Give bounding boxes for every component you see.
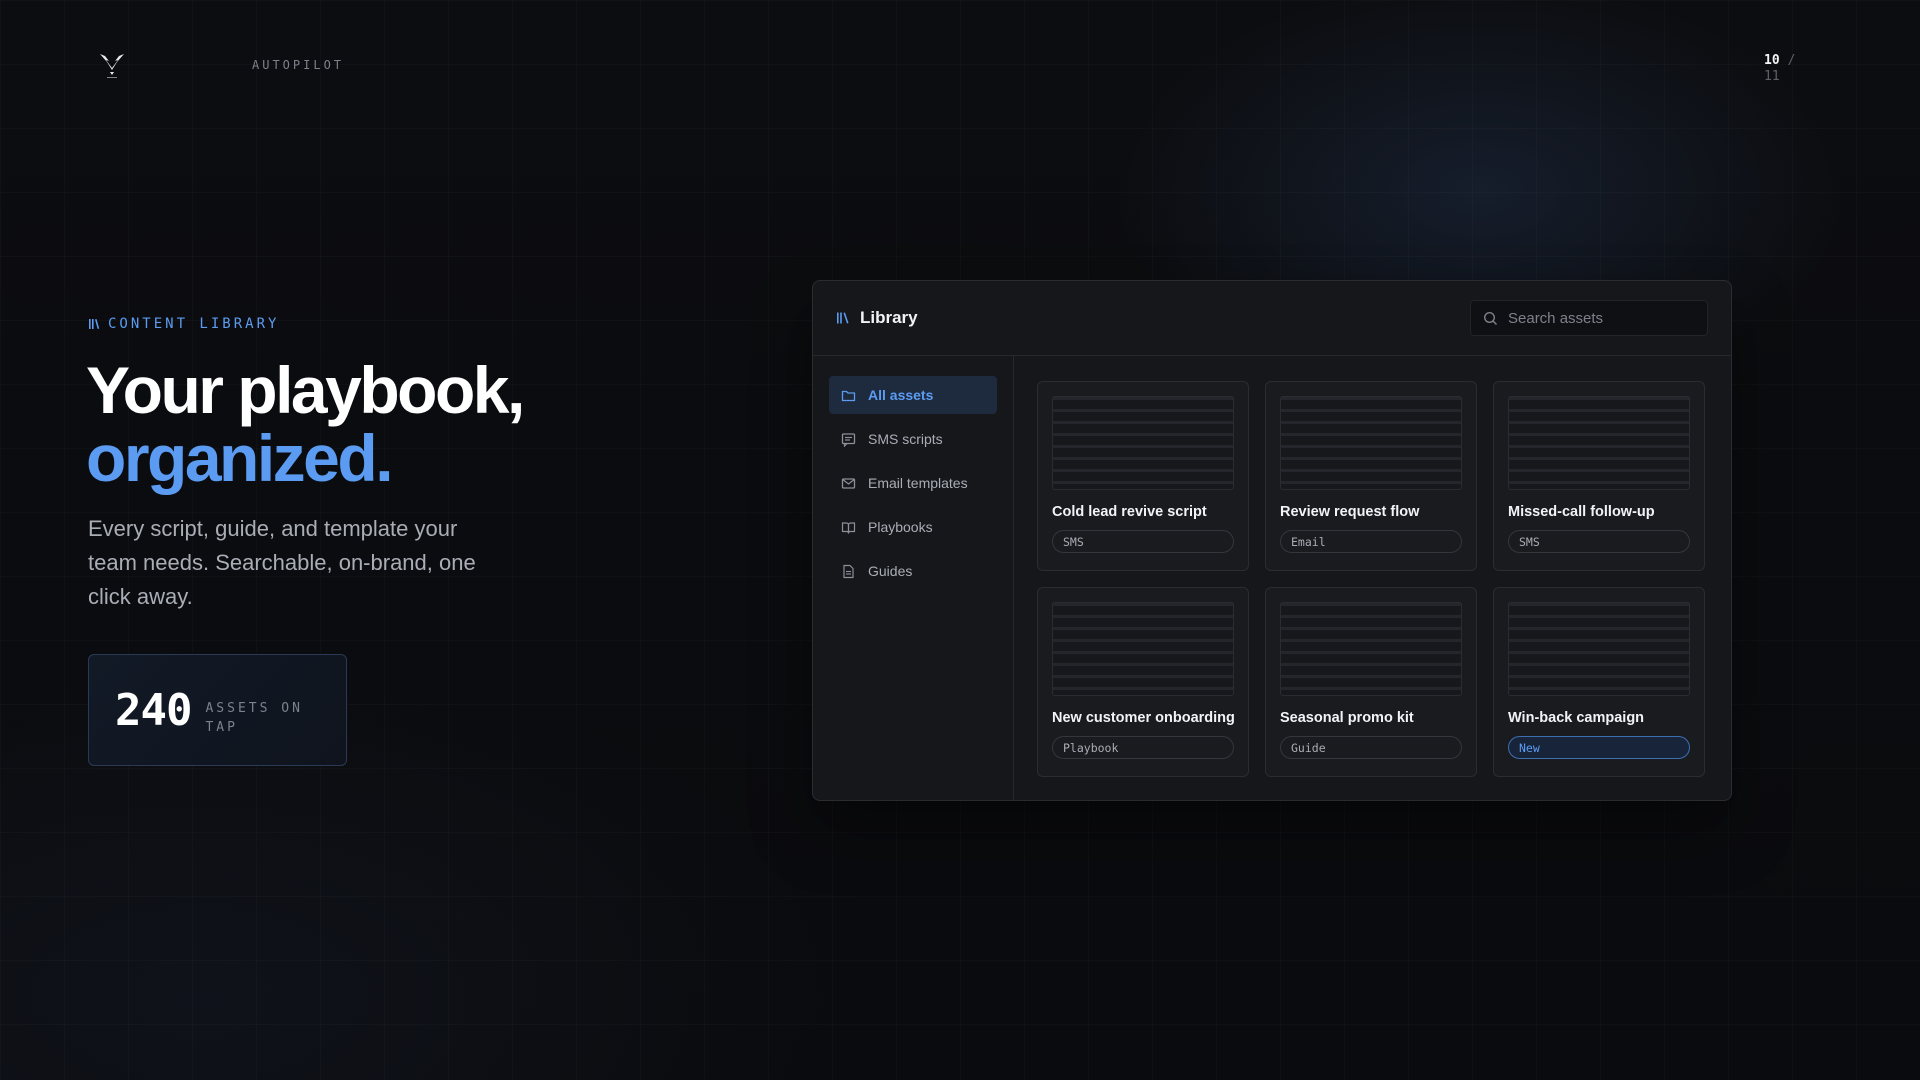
asset-count-card: 240 ASSETS ON TAP — [88, 654, 347, 766]
asset-title: Seasonal promo kit — [1280, 710, 1414, 726]
library-sidebar: All assets SMS scripts Email templates P… — [813, 356, 1014, 800]
message-icon — [841, 432, 856, 447]
book-icon — [841, 521, 856, 534]
asset-tag: SMS — [1052, 530, 1234, 553]
asset-thumbnail — [1280, 396, 1462, 490]
sidebar-item-sms-scripts[interactable]: SMS scripts — [829, 420, 997, 458]
brand-name: AUTOPILOT — [252, 58, 345, 72]
asset-title: Review request flow — [1280, 504, 1420, 520]
headline-line2: organized. — [86, 421, 394, 495]
slide-total: 11 — [1764, 69, 1780, 84]
asset-title: Missed-call follow-up — [1508, 504, 1655, 520]
library-title: Library — [836, 308, 918, 328]
asset-grid: Cold lead revive script SMS Review reque… — [1037, 381, 1705, 777]
sidebar-item-all-assets[interactable]: All assets — [829, 376, 997, 414]
sidebar-item-email-templates[interactable]: Email templates — [829, 464, 997, 502]
library-title-text: Library — [860, 308, 918, 327]
sidebar-item-label: Playbooks — [868, 519, 933, 535]
asset-thumbnail — [1280, 602, 1462, 696]
asset-thumbnail — [1052, 602, 1234, 696]
sidebar-item-label: SMS scripts — [868, 431, 943, 447]
asset-thumbnail — [1052, 396, 1234, 490]
document-icon — [843, 564, 854, 578]
sidebar-item-playbooks[interactable]: Playbooks — [829, 508, 997, 546]
slide-current: 10 — [1764, 53, 1780, 68]
sidebar-item-label: All assets — [868, 387, 934, 403]
section-eyebrow: CONTENT LIBRARY — [88, 316, 279, 332]
asset-card[interactable]: Review request flow Email — [1265, 381, 1477, 571]
asset-thumbnail — [1508, 602, 1690, 696]
new-badge: New — [1508, 736, 1690, 759]
library-header: Library — [813, 281, 1731, 356]
asset-count-value: 240 — [115, 684, 192, 736]
winged-logo-icon — [100, 54, 124, 78]
sidebar-item-label: Email templates — [868, 475, 968, 491]
eyebrow-label: CONTENT LIBRARY — [108, 316, 280, 332]
library-icon — [89, 319, 100, 329]
asset-title: New customer onboarding — [1052, 710, 1235, 726]
asset-card[interactable]: Missed-call follow-up SMS — [1493, 381, 1705, 571]
asset-tag: Email — [1280, 530, 1462, 553]
asset-card[interactable]: Win-back campaign New — [1493, 587, 1705, 777]
sidebar-item-label: Guides — [868, 563, 913, 579]
slide-separator: / — [1787, 53, 1796, 68]
folder-icon — [841, 390, 856, 401]
asset-card[interactable]: Seasonal promo kit Guide — [1265, 587, 1477, 777]
sidebar-item-guides[interactable]: Guides — [829, 552, 997, 590]
slide-counter: 10 / 11 — [1764, 53, 1795, 85]
asset-tag: Playbook — [1052, 736, 1234, 759]
asset-card[interactable]: New customer onboarding Playbook — [1037, 587, 1249, 777]
library-window: Library All assets SMS scripts — [812, 280, 1732, 801]
search-input[interactable] — [1508, 309, 1695, 327]
library-icon — [837, 312, 849, 324]
hero-subtitle: Every script, guide, and template your t… — [88, 516, 476, 609]
asset-title: Win-back campaign — [1508, 710, 1645, 726]
mail-icon — [841, 477, 856, 489]
asset-card[interactable]: Cold lead revive script SMS — [1037, 381, 1249, 571]
asset-tag: Guide — [1280, 736, 1462, 759]
headline: Your playbook, organized. — [86, 353, 525, 495]
asset-count-label: ASSETS ON TAP — [205, 701, 303, 735]
asset-tag: SMS — [1508, 530, 1690, 553]
search-box[interactable] — [1470, 300, 1708, 336]
asset-title: Cold lead revive script — [1052, 504, 1207, 520]
headline-line1: Your playbook, — [86, 353, 525, 427]
search-icon — [1483, 311, 1497, 325]
asset-thumbnail — [1508, 396, 1690, 490]
